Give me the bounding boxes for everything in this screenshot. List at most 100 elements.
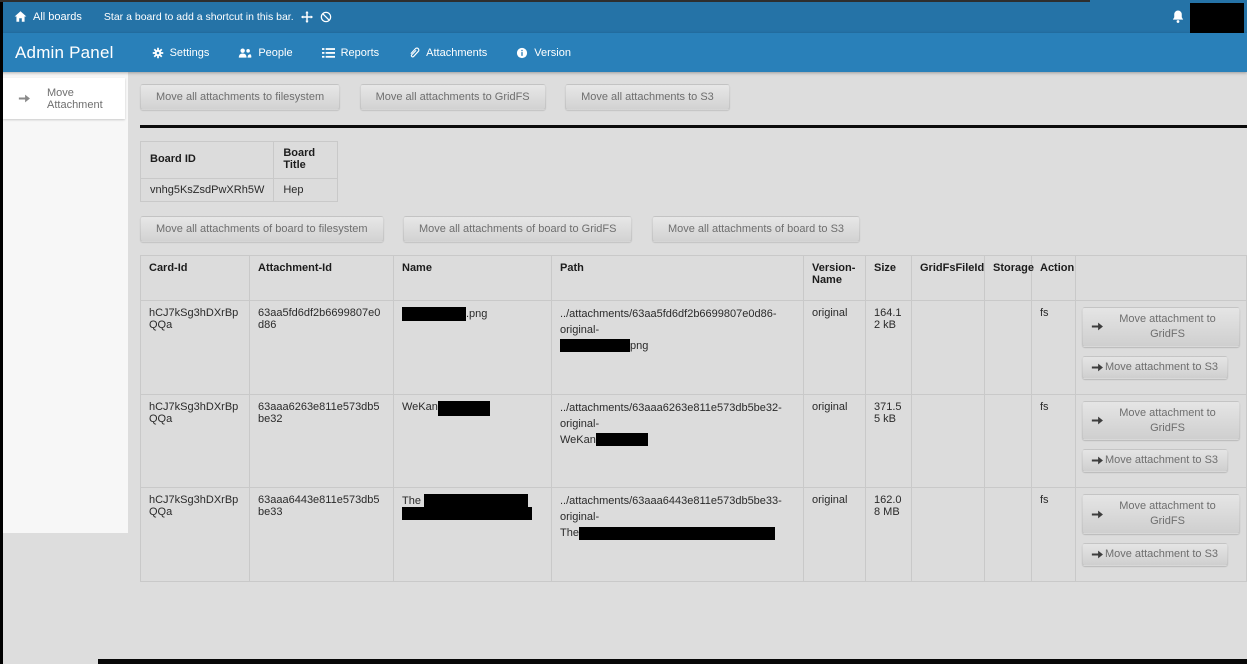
star-board-hint: Star a board to add a shortcut in this b… xyxy=(104,11,332,23)
move-attachment-to-gridfs-button[interactable]: Move attachment to GridFS xyxy=(1082,307,1240,347)
arrow-right-icon xyxy=(18,93,31,104)
cell-version-name: original xyxy=(804,488,866,582)
arrow-right-icon xyxy=(1091,321,1104,332)
col-size: Size xyxy=(866,256,912,301)
tab-label: Reports xyxy=(341,47,380,59)
arrow-right-icon xyxy=(1091,509,1104,520)
cell-version-name: original xyxy=(804,394,866,488)
tab-settings[interactable]: Settings xyxy=(152,47,210,59)
arrow-right-icon xyxy=(1091,549,1104,560)
cell-name: The xyxy=(394,488,552,582)
cell-card-id: hCJ7kSg3hDXrBpQQa xyxy=(141,488,250,582)
redacted-box xyxy=(438,401,490,416)
move-board-to-gridfs-button[interactable]: Move all attachments of board to GridFS xyxy=(403,216,632,242)
path-line1: ../attachments/63aa5fd6df2b6699807e0d86-… xyxy=(560,307,795,339)
move-board-to-filesystem-button[interactable]: Move all attachments of board to filesys… xyxy=(140,216,384,242)
cell-name: .png xyxy=(394,301,552,395)
move-board-to-s3-button[interactable]: Move all attachments of board to S3 xyxy=(652,216,860,242)
sidebar-item-label: Move Attachment xyxy=(47,87,125,111)
cell-card-id: hCJ7kSg3hDXrBpQQa xyxy=(141,301,250,395)
cell-storage xyxy=(985,301,1032,395)
path-line2-suffix: png xyxy=(630,340,648,352)
board-id-cell: vnhg5KsZsdPwXRh5W xyxy=(141,179,274,202)
move-all-to-gridfs-button[interactable]: Move all attachments to GridFS xyxy=(360,84,546,110)
move-attachment-to-s3-button[interactable]: Move attachment to S3 xyxy=(1082,356,1228,379)
board-title-header: Board Title xyxy=(274,142,338,179)
cell-size: 162.08 MB xyxy=(866,488,912,582)
tab-people[interactable]: People xyxy=(238,47,292,59)
move-attachment-to-gridfs-button[interactable]: Move attachment to GridFS xyxy=(1082,401,1240,441)
name-suffix: .png xyxy=(466,308,487,320)
tab-version[interactable]: Version xyxy=(516,47,571,59)
cell-action: fs xyxy=(1032,488,1076,582)
table-row: hCJ7kSg3hDXrBpQQa 63aaa6263e811e573db5be… xyxy=(141,394,1247,488)
admin-header-bar: Admin Panel Settings People Reports Atta… xyxy=(0,33,1247,72)
cell-size: 164.12 kB xyxy=(866,301,912,395)
notifications-bell-icon[interactable] xyxy=(1171,9,1185,24)
col-version-name: Version-Name xyxy=(804,256,866,301)
list-icon xyxy=(322,47,335,59)
path-line1: ../attachments/63aaa6443e811e573db5be33-… xyxy=(560,494,795,526)
tab-attachments[interactable]: Attachments xyxy=(408,46,487,59)
col-card-id: Card-Id xyxy=(141,256,250,301)
cell-attachment-id: 63aaa6443e811e573db5be33 xyxy=(250,488,394,582)
arrow-right-icon xyxy=(1091,362,1104,373)
move-icon xyxy=(301,11,313,23)
cell-gridfsfileid xyxy=(912,488,985,582)
page-title: Admin Panel xyxy=(15,43,114,63)
all-boards-link[interactable]: All boards xyxy=(14,10,82,23)
col-name: Name xyxy=(394,256,552,301)
board-table-row: vnhg5KsZsdPwXRh5W Hep xyxy=(141,179,338,202)
col-attachment-id: Attachment-Id xyxy=(250,256,394,301)
cell-action: fs xyxy=(1032,301,1076,395)
board-buttons-row: Move all attachments of board to filesys… xyxy=(140,216,1247,242)
cell-path: ../attachments/63aa5fd6df2b6699807e0d86-… xyxy=(552,301,804,395)
info-icon xyxy=(516,47,528,59)
cell-storage xyxy=(985,488,1032,582)
path-line2-prefix: WeKan xyxy=(560,434,596,446)
move-attachment-to-s3-button[interactable]: Move attachment to S3 xyxy=(1082,543,1228,566)
cell-action: fs xyxy=(1032,394,1076,488)
tab-label: Settings xyxy=(170,47,210,59)
cell-row-buttons: Move attachment to GridFS Move attachmen… xyxy=(1076,394,1247,488)
cell-path: ../attachments/63aaa6263e811e573db5be32-… xyxy=(552,394,804,488)
attachments-header-row: Card-Id Attachment-Id Name Path Version-… xyxy=(141,256,1247,301)
cell-row-buttons: Move attachment to GridFS Move attachmen… xyxy=(1076,488,1247,582)
col-storage: Storage xyxy=(985,256,1032,301)
sidebar: Move Attachment xyxy=(0,72,128,533)
table-row: hCJ7kSg3hDXrBpQQa 63aa5fd6df2b6699807e0d… xyxy=(141,301,1247,395)
table-row: hCJ7kSg3hDXrBpQQa 63aaa6443e811e573db5be… xyxy=(141,488,1247,582)
divider xyxy=(140,125,1247,128)
path-line1: ../attachments/63aaa6263e811e573db5be32-… xyxy=(560,401,795,433)
move-all-to-s3-button[interactable]: Move all attachments to S3 xyxy=(565,84,730,110)
cell-card-id: hCJ7kSg3hDXrBpQQa xyxy=(141,394,250,488)
all-boards-label: All boards xyxy=(33,11,82,23)
path-line2-prefix: The xyxy=(560,527,579,539)
name-prefix: WeKan xyxy=(402,401,438,413)
tab-label: Attachments xyxy=(426,47,487,59)
cell-attachment-id: 63aaa6263e811e573db5be32 xyxy=(250,394,394,488)
cell-attachment-id: 63aa5fd6df2b6699807e0d86 xyxy=(250,301,394,395)
tab-label: Version xyxy=(534,47,571,59)
cell-name: WeKan xyxy=(394,394,552,488)
move-all-to-filesystem-button[interactable]: Move all attachments to filesystem xyxy=(140,84,340,110)
home-icon xyxy=(14,10,27,23)
redacted-box xyxy=(402,307,466,321)
user-menu-redacted[interactable] xyxy=(1190,3,1244,33)
gear-icon xyxy=(152,47,164,59)
ban-icon xyxy=(320,11,332,23)
window-edge-bottom xyxy=(98,659,1247,664)
top-bar: All boards Star a board to add a shortcu… xyxy=(0,0,1247,33)
move-attachment-to-gridfs-button[interactable]: Move attachment to GridFS xyxy=(1082,494,1240,534)
board-title-cell: Hep xyxy=(274,179,338,202)
cell-path: ../attachments/63aaa6443e811e573db5be33-… xyxy=(552,488,804,582)
window-edge-top xyxy=(0,0,1090,2)
redacted-box xyxy=(402,507,532,520)
arrow-right-icon xyxy=(1091,415,1104,426)
board-table: Board ID Board Title vnhg5KsZsdPwXRh5W H… xyxy=(140,141,338,202)
sidebar-item-move-attachment[interactable]: Move Attachment xyxy=(3,78,125,119)
tab-reports[interactable]: Reports xyxy=(322,47,380,59)
attachments-table: Card-Id Attachment-Id Name Path Version-… xyxy=(140,255,1247,582)
col-buttons xyxy=(1076,256,1247,301)
move-attachment-to-s3-button[interactable]: Move attachment to S3 xyxy=(1082,449,1228,472)
